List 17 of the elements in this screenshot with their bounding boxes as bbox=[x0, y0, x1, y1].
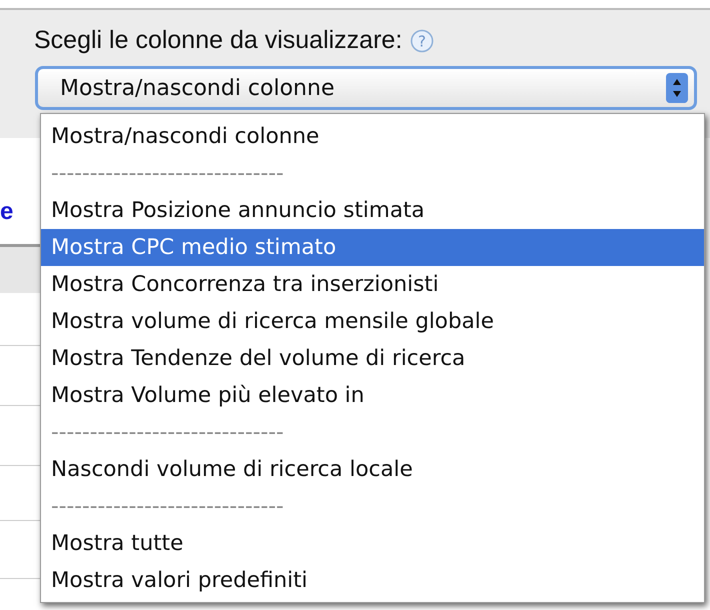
columns-dropdown[interactable]: Mostra/nascondi colonne bbox=[35, 66, 697, 110]
menu-option[interactable]: Mostra tutte bbox=[41, 525, 704, 562]
field-label: Scegli le colonne da visualizzare: bbox=[34, 26, 402, 55]
stepper-arrows-icon bbox=[666, 73, 688, 103]
link-text[interactable]: e bbox=[0, 198, 14, 226]
separator-line: ------------------------------ bbox=[50, 493, 285, 521]
menu-option[interactable]: Mostra Volume più elevato in bbox=[41, 377, 704, 414]
separator-line: ------------------------------ bbox=[50, 419, 285, 447]
menu-option[interactable]: Mostra CPC medio stimato bbox=[41, 229, 704, 266]
separator-line: ------------------------------ bbox=[50, 160, 285, 188]
menu-option[interactable]: Mostra valori predefiniti bbox=[41, 562, 704, 599]
menu-option[interactable]: Mostra Posizione annuncio stimata bbox=[41, 192, 704, 229]
menu-option[interactable]: Mostra Concorrenza tra inserzionisti bbox=[41, 266, 704, 303]
menu-option[interactable]: Nascondi volume di ricerca locale bbox=[41, 451, 704, 488]
menu-option[interactable]: Mostra volume di ricerca mensile globale bbox=[41, 303, 704, 340]
menu-option[interactable]: Mostra/nascondi colonne bbox=[41, 118, 704, 155]
menu-option[interactable]: Mostra Tendenze del volume di ricerca bbox=[41, 340, 704, 377]
